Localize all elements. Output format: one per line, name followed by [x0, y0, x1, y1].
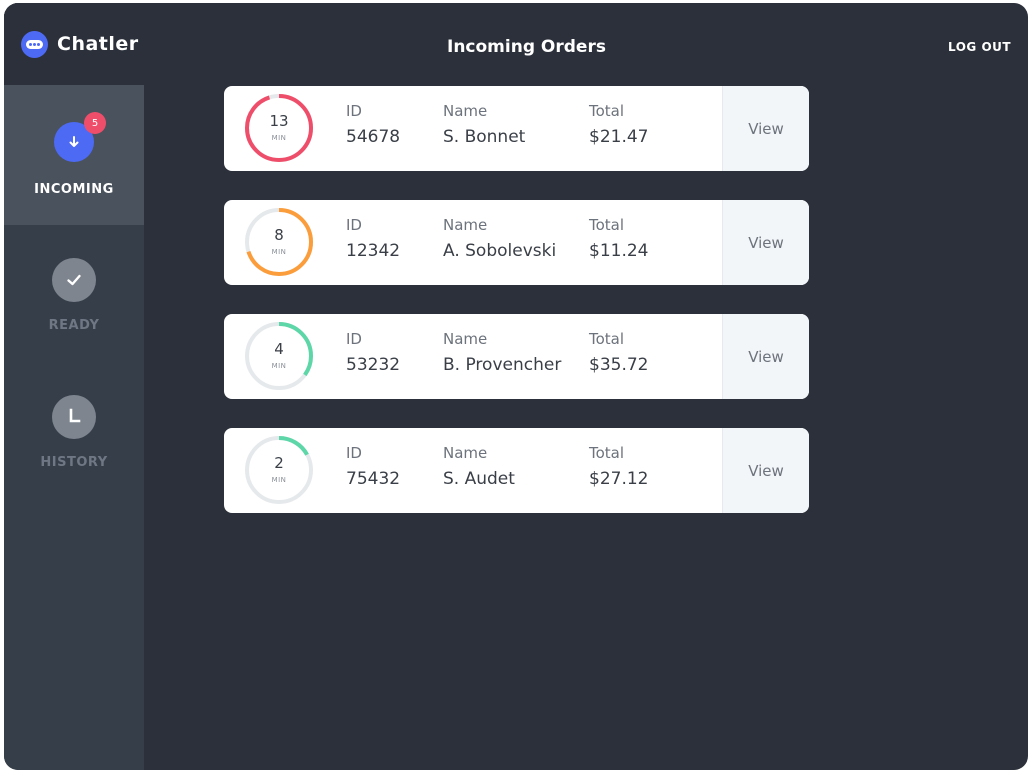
order-total-field: Total $21.47	[589, 102, 648, 147]
timer-unit: MIN	[271, 362, 287, 370]
timer-minutes: 2	[274, 454, 284, 472]
sidebar-item-incoming[interactable]: 5 INCOMING	[4, 85, 144, 225]
total-label: Total	[589, 216, 625, 234]
brand: Chatler	[4, 3, 144, 85]
customer-name: S. Audet	[443, 469, 515, 489]
timer-unit: MIN	[271, 248, 287, 256]
order-total: $21.47	[589, 127, 649, 147]
sidebar-item-label: HISTORY	[40, 455, 108, 470]
name-label: Name	[443, 444, 488, 462]
name-label: Name	[443, 102, 488, 120]
order-name-field: Name S. Audet	[443, 444, 515, 489]
timer-minutes: 13	[269, 112, 289, 130]
order-total: $35.72	[589, 355, 649, 375]
view-button[interactable]: View	[722, 200, 809, 285]
timer-ring: 13 MIN	[244, 93, 314, 163]
order-name-field: Name A. Sobolevski	[443, 216, 556, 261]
brand-name: Chatler	[57, 33, 139, 55]
order-total-field: Total $27.12	[589, 444, 648, 489]
order-id: 53232	[346, 355, 401, 375]
timer-ring: 2 MIN	[244, 435, 314, 505]
page-title: Incoming Orders	[447, 37, 606, 57]
sidebar-item-ready[interactable]: READY	[4, 225, 144, 365]
sidebar-item-label: READY	[48, 318, 100, 333]
customer-name: A. Sobolevski	[443, 241, 557, 261]
logout-button[interactable]: LOG OUT	[948, 40, 1011, 54]
order-total: $27.12	[589, 469, 649, 489]
orders-list: 13 MIN ID 54678 Name S. Bonnet Total $21…	[224, 86, 809, 542]
view-button[interactable]: View	[722, 314, 809, 399]
sidebar-item-history[interactable]: HISTORY	[4, 365, 144, 505]
timer-ring: 8 MIN	[244, 207, 314, 277]
order-card: 2 MIN ID 75432 Name S. Audet Total $27.1…	[224, 428, 809, 513]
order-card: 13 MIN ID 54678 Name S. Bonnet Total $21…	[224, 86, 809, 171]
customer-name: S. Bonnet	[443, 127, 526, 147]
order-total-field: Total $11.24	[589, 216, 648, 261]
order-total-field: Total $35.72	[589, 330, 648, 375]
timer-ring: 4 MIN	[244, 321, 314, 391]
app-window: Chatler 5 INCOMING READY HISTORY Incomin…	[4, 3, 1028, 770]
view-button[interactable]: View	[722, 86, 809, 171]
order-total: $11.24	[589, 241, 649, 261]
order-card: 4 MIN ID 53232 Name B. Provencher Total …	[224, 314, 809, 399]
sidebar-item-label: INCOMING	[34, 182, 114, 197]
order-id-field: ID 54678	[346, 102, 400, 147]
total-label: Total	[589, 444, 625, 462]
arrow-down-icon: 5	[54, 112, 106, 162]
order-name-field: Name S. Bonnet	[443, 102, 525, 147]
view-button[interactable]: View	[722, 428, 809, 513]
sidebar: Chatler 5 INCOMING READY HISTORY	[4, 3, 144, 770]
name-label: Name	[443, 330, 488, 348]
timer-unit: MIN	[271, 476, 287, 484]
order-card: 8 MIN ID 12342 Name A. Sobolevski Total …	[224, 200, 809, 285]
chat-bubble-icon	[21, 30, 48, 58]
order-id: 54678	[346, 127, 401, 147]
order-name-field: Name B. Provencher	[443, 330, 561, 375]
order-id-field: ID 53232	[346, 330, 400, 375]
id-label: ID	[346, 444, 362, 462]
id-label: ID	[346, 330, 362, 348]
order-id: 75432	[346, 469, 401, 489]
id-label: ID	[346, 102, 362, 120]
name-label: Name	[443, 216, 488, 234]
id-label: ID	[346, 216, 362, 234]
timer-minutes: 4	[274, 340, 284, 358]
customer-name: B. Provencher	[443, 355, 562, 375]
order-id-field: ID 12342	[346, 216, 400, 261]
total-label: Total	[589, 102, 625, 120]
clock-icon	[52, 395, 96, 439]
total-label: Total	[589, 330, 625, 348]
timer-unit: MIN	[271, 134, 287, 142]
check-icon	[52, 258, 96, 302]
notification-badge: 5	[84, 112, 106, 134]
timer-minutes: 8	[274, 226, 284, 244]
order-id-field: ID 75432	[346, 444, 400, 489]
order-id: 12342	[346, 241, 401, 261]
